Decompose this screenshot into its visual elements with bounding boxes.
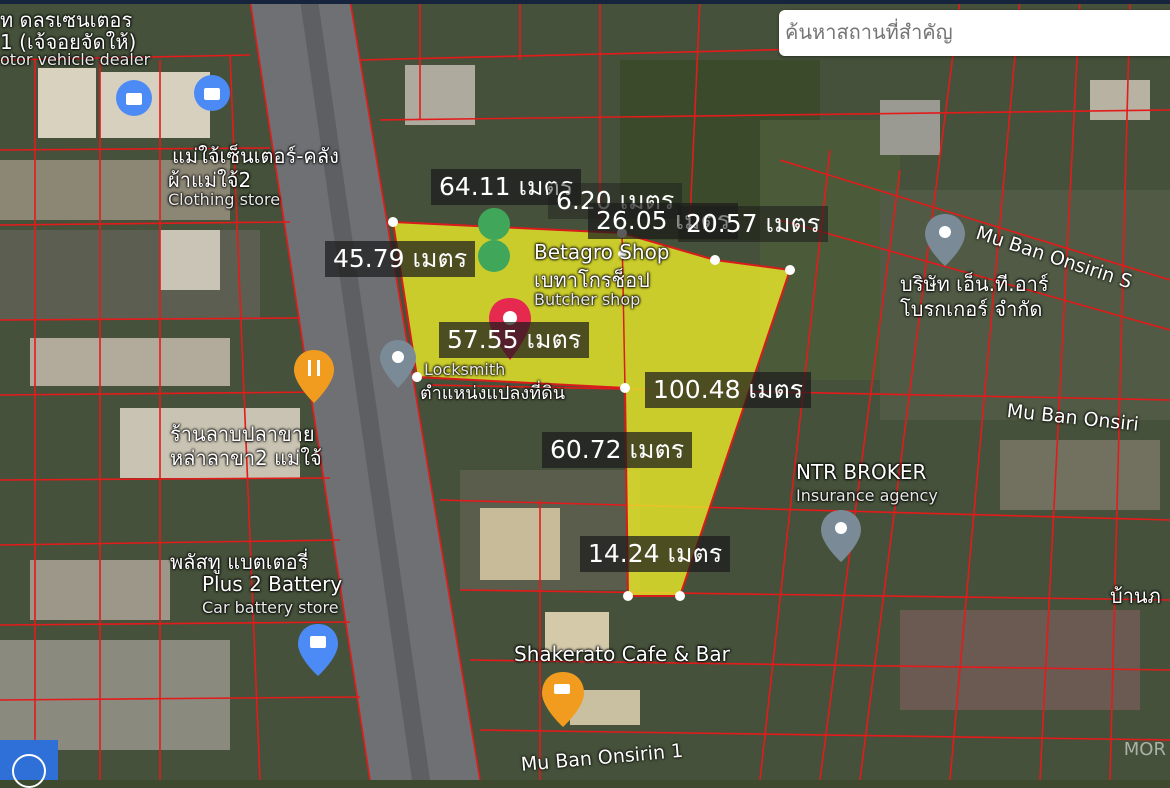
poi-category: otor vehicle dealer xyxy=(0,50,151,69)
measurement-label: 60.72 เมตร xyxy=(542,432,693,468)
measurement-label: 57.55 เมตร xyxy=(439,322,590,358)
my-location-button[interactable] xyxy=(0,740,58,788)
poi-category: Insurance agency xyxy=(796,486,938,505)
measurement-label: 14.24 เมตร xyxy=(580,536,731,572)
measurement-label: 20.57 เมตร xyxy=(678,206,829,242)
location-icon xyxy=(12,754,46,788)
poi-category: Butcher shop xyxy=(534,290,641,309)
poi-category: Car battery store xyxy=(202,598,339,617)
poi-label: Plus 2 Battery xyxy=(202,572,343,596)
top-bar xyxy=(0,0,1170,4)
watermark: MOR xyxy=(1123,739,1166,760)
poi-category: Clothing store xyxy=(168,190,281,209)
poi-label: บ้านภ xyxy=(1110,584,1161,608)
shopping-bag-icon-2[interactable] xyxy=(194,75,230,111)
parcel-location-label: ตำแหน่งแปลงที่ดิน xyxy=(420,383,566,404)
poi-label: Shakerato Cafe & Bar xyxy=(514,642,730,666)
measurement-label: 100.48 เมตร xyxy=(645,372,812,408)
shopping-bag-icon[interactable] xyxy=(116,80,152,116)
poi-category: Locksmith xyxy=(424,360,506,379)
poi-label: Betagro Shop xyxy=(534,240,670,264)
poi-label: NTR BROKER xyxy=(796,460,927,484)
search-input[interactable] xyxy=(779,10,1170,56)
measurement-label: 45.79 เมตร xyxy=(325,241,476,277)
poi-label: หล่าลาขา2 แม่ใจ้ xyxy=(170,446,322,470)
poi-label: โบรกเกอร์ จำกัด xyxy=(900,297,1043,321)
